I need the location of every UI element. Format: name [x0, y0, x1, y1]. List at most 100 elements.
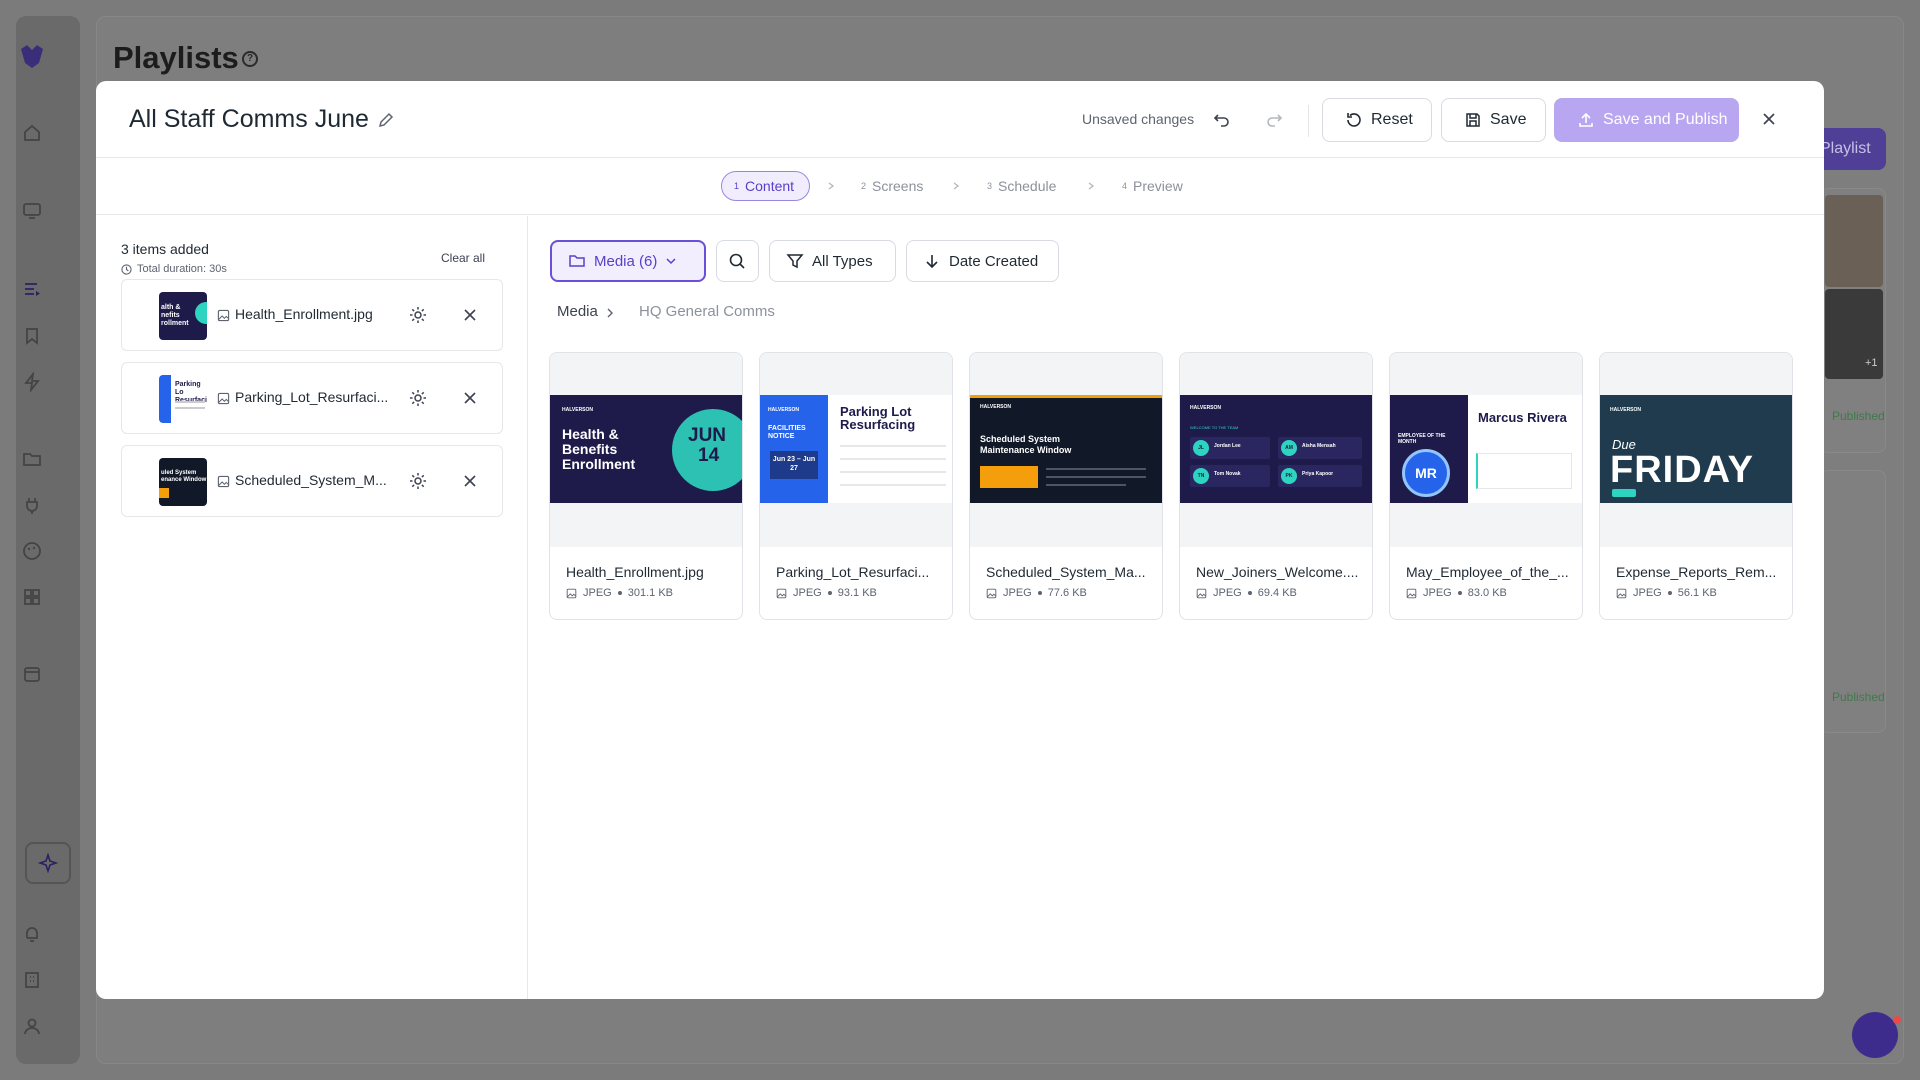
separator-dot [1247, 591, 1252, 595]
media-library-panel: Media (6) All Types Date Created Media H… [529, 216, 1824, 999]
clear-all-button[interactable]: Clear all [441, 251, 485, 265]
total-duration: Total duration: 30s [121, 263, 227, 275]
file-size: 83.0 KB [1467, 587, 1507, 599]
card-filename: May_Employee_of_the_... [1406, 564, 1569, 580]
person-initials: JL [1193, 440, 1209, 456]
image-icon [1196, 588, 1207, 598]
breadcrumb-media[interactable]: Media [557, 303, 598, 320]
search-icon [729, 253, 745, 269]
close-icon[interactable] [1760, 110, 1778, 128]
media-card[interactable]: HALVERSON Due FRIDAY Expense_Reports_Rem… [1599, 352, 1793, 620]
remove-icon[interactable] [462, 473, 478, 489]
media-card[interactable]: HALVERSON Scheduled System Maintenance W… [969, 352, 1163, 620]
bookmark-icon[interactable] [0, 318, 64, 354]
card-meta: JPEG 83.0 KB [1406, 587, 1507, 599]
item-thumbnail: Parking LoResurfaci [159, 375, 207, 423]
media-card[interactable]: HALVERSON Health & Benefits Enrollment J… [549, 352, 743, 620]
person-initials: AM [1281, 440, 1297, 456]
card-preview: HALVERSON Due FRIDAY [1600, 353, 1792, 547]
bell-icon[interactable] [0, 916, 64, 952]
item-thumbnail: alth & nefits rollment [159, 292, 207, 340]
media-card[interactable]: HALVERSON FACILITIES NOTICE Jun 23 – Jun… [759, 352, 953, 620]
pencil-icon[interactable] [377, 111, 395, 129]
save-icon [1466, 113, 1480, 127]
breadcrumb-current-folder: HQ General Comms [639, 303, 775, 320]
media-card[interactable]: HALVERSON WELCOME TO THE TEAM JL Jordan … [1179, 352, 1373, 620]
playlist-item[interactable]: Parking LoResurfaci Parking_Lot_Resurfac… [121, 362, 503, 434]
step-label: Screens [872, 178, 924, 194]
playlist-items-panel: 3 items added Total duration: 30s Clear … [96, 216, 528, 999]
media-card[interactable]: EMPLOYEE OF THE MONTH MR Marcus Rivera M… [1389, 352, 1583, 620]
calendar-icon[interactable] [0, 656, 64, 692]
file-size: 69.4 KB [1257, 587, 1297, 599]
step-number: 2 [861, 181, 867, 191]
card-thumbnail: HALVERSON FACILITIES NOTICE Jun 23 – Jun… [760, 395, 952, 503]
chat-bubble-icon[interactable] [1852, 1012, 1898, 1058]
monitor-icon[interactable] [0, 193, 64, 229]
logo-icon[interactable] [0, 38, 64, 74]
reset-button[interactable]: Reset [1322, 98, 1432, 142]
card-meta: JPEG 69.4 KB [1196, 587, 1297, 599]
playlist-item[interactable]: uled System enance Window Scheduled_Syste… [121, 445, 503, 517]
image-icon [217, 475, 230, 488]
help-icon[interactable]: ? [242, 51, 258, 67]
type-filter-button[interactable]: All Types [769, 240, 896, 282]
gear-icon[interactable] [408, 305, 428, 325]
step-content[interactable]: 1 Content [721, 171, 810, 201]
redo-icon[interactable] [1264, 109, 1284, 129]
step-label: Preview [1133, 178, 1183, 194]
item-thumbnail: uled System enance Window [159, 458, 207, 506]
thumb-time-block [980, 466, 1038, 488]
thumb-badge [1612, 489, 1636, 497]
media-folder-dropdown[interactable]: Media (6) [550, 240, 706, 282]
card-preview: HALVERSON Health & Benefits Enrollment J… [550, 353, 742, 547]
card-filename: Health_Enrollment.jpg [566, 564, 704, 580]
type-filter-label: All Types [812, 252, 873, 270]
step-preview[interactable]: 4 Preview [1122, 171, 1183, 201]
edit-playlist-modal: All Staff Comms June Unsaved changes Res… [96, 81, 1824, 999]
thumb-brand: HALVERSON [1610, 407, 1642, 413]
playlist-item[interactable]: alth & nefits rollment Health_Enrollment.j… [121, 279, 503, 351]
plug-icon[interactable] [0, 487, 64, 523]
gear-icon[interactable] [408, 471, 428, 491]
step-label: Content [745, 178, 795, 194]
thumb-brand: HALVERSON [768, 407, 800, 413]
step-label: Schedule [998, 178, 1057, 194]
gear-icon[interactable] [408, 388, 428, 408]
reset-icon [1347, 113, 1361, 127]
undo-icon[interactable] [1212, 109, 1232, 129]
thumb-title: Scheduled System Maintenance Window [980, 434, 1072, 455]
separator-dot [827, 591, 832, 595]
published-badge: Published [1832, 409, 1885, 423]
chevron-right-icon [1086, 181, 1096, 191]
playlist-icon[interactable] [0, 271, 64, 307]
person-name: Priya Kapoor [1302, 471, 1334, 477]
folder-icon[interactable] [0, 441, 64, 477]
separator-dot [1037, 591, 1042, 595]
upload-icon [1579, 112, 1593, 127]
person-name: Jordan Lee [1214, 443, 1241, 449]
building-icon[interactable] [0, 962, 64, 998]
remove-icon[interactable] [462, 307, 478, 323]
search-button[interactable] [716, 240, 759, 282]
card-meta: JPEG 93.1 KB [776, 587, 877, 599]
remove-icon[interactable] [462, 390, 478, 406]
sparkle-icon[interactable] [25, 842, 71, 884]
filter-icon [786, 254, 804, 269]
save-and-publish-button[interactable]: Save and Publish [1554, 98, 1739, 142]
step-screens[interactable]: 2 Screens [861, 171, 923, 201]
folder-open-icon [569, 255, 585, 267]
card-filename: Scheduled_System_Ma... [986, 564, 1146, 580]
bolt-icon[interactable] [0, 364, 64, 400]
thumb-month: JUN [688, 425, 727, 446]
grid-icon[interactable] [0, 579, 64, 615]
home-icon[interactable] [0, 115, 64, 151]
item-name: Parking_Lot_Resurfaci... [235, 389, 389, 405]
sort-button[interactable]: Date Created [906, 240, 1059, 282]
duration-label: Total duration: 30s [137, 263, 227, 275]
image-icon [217, 392, 230, 405]
save-button[interactable]: Save [1441, 98, 1546, 142]
palette-icon[interactable] [0, 533, 64, 569]
user-icon[interactable] [0, 1008, 64, 1044]
step-schedule[interactable]: 3 Schedule [987, 171, 1056, 201]
